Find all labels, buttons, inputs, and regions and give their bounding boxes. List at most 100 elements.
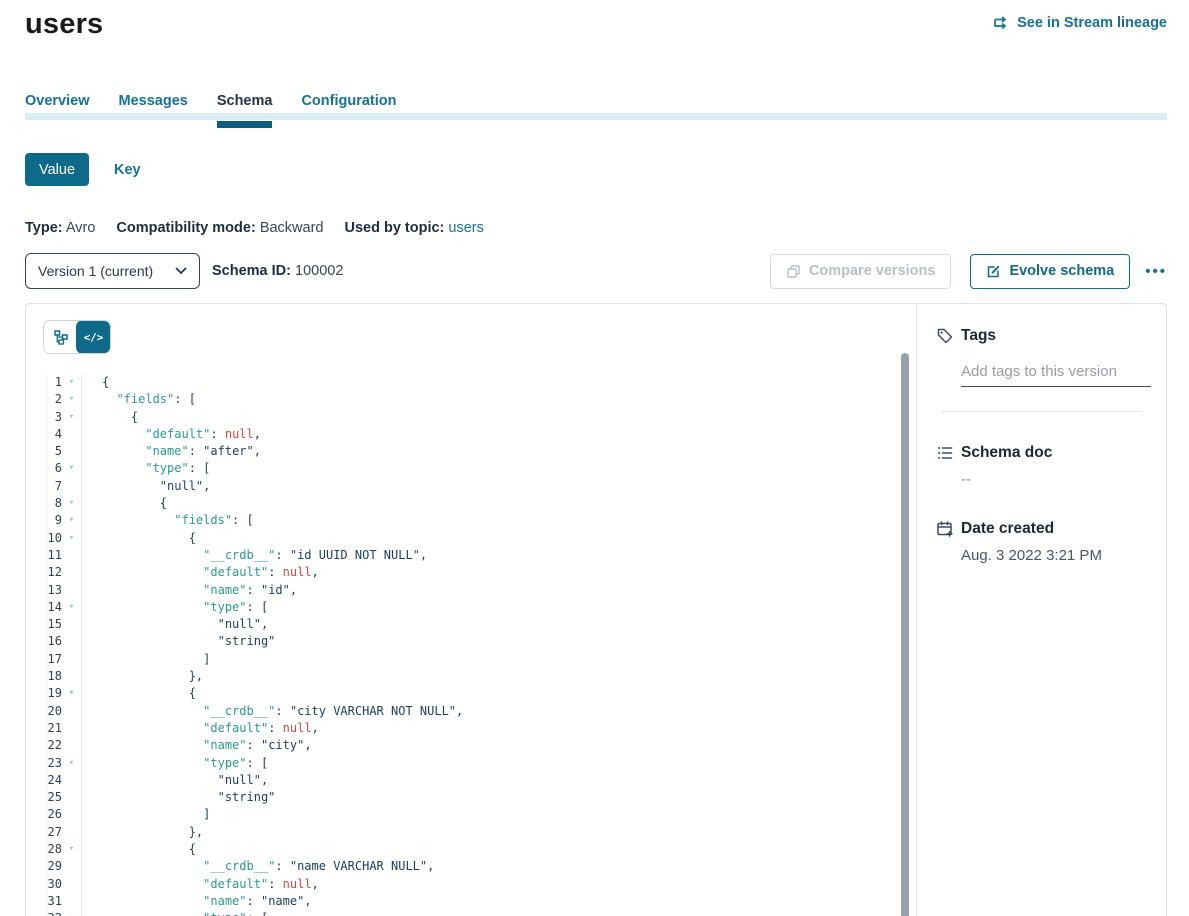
version-bar: Version 1 (current) Schema ID: 100002 Co… [25, 253, 1167, 289]
version-select[interactable]: Version 1 (current) [25, 253, 200, 289]
line-number: 6 [26, 460, 62, 477]
code-view-button[interactable]: </> [77, 321, 110, 353]
fold-arrow-icon [62, 564, 81, 581]
schema-panel: </> 1▾{2▾ "fields": [3▾ {4 "default": nu… [25, 303, 1167, 916]
fold-arrow-icon [62, 582, 81, 599]
code-line-text: "name": "city", [81, 737, 312, 754]
type-label: Type: [25, 220, 63, 236]
line-number: 25 [26, 789, 62, 806]
fold-arrow-icon[interactable]: ▾ [62, 391, 81, 408]
value-toggle-button[interactable]: Value [25, 153, 89, 186]
add-tags-input[interactable] [961, 359, 1151, 387]
type-value: Avro [66, 220, 96, 236]
line-number: 13 [26, 582, 62, 599]
code-line: 21 "default": null, [26, 720, 916, 737]
evolve-schema-label: Evolve schema [1009, 263, 1114, 279]
compare-versions-button[interactable]: Compare versions [770, 254, 952, 289]
doc-list-icon [936, 444, 954, 462]
page: users See in Stream lineage Overview Mes… [25, 0, 1167, 916]
fold-arrow-icon[interactable]: ▾ [62, 512, 81, 529]
tags-title: Tags [961, 327, 996, 345]
version-actions: Compare versions Evolve schema ••• [770, 254, 1167, 289]
line-number: 14 [26, 599, 62, 616]
code-line-text: "default": null, [81, 564, 319, 581]
more-actions-button[interactable]: ••• [1145, 263, 1167, 280]
line-number: 22 [26, 737, 62, 754]
used-by-topic-label: Used by topic: [344, 220, 444, 236]
code-line-text: { [81, 841, 196, 858]
line-number: 19 [26, 685, 62, 702]
fold-arrow-icon [62, 876, 81, 893]
fold-arrow-icon[interactable]: ▾ [62, 599, 81, 616]
line-number: 12 [26, 564, 62, 581]
code-line-text: "__crdb__": "id UUID NOT NULL", [81, 547, 427, 564]
line-number: 18 [26, 668, 62, 685]
fold-arrow-icon[interactable]: ▾ [62, 755, 81, 772]
code-line: 24 "null", [26, 772, 916, 789]
code-line-text: "name": "after", [81, 443, 261, 460]
line-number: 4 [26, 426, 62, 443]
see-in-stream-lineage-link[interactable]: See in Stream lineage [993, 15, 1167, 31]
fold-arrow-icon [62, 806, 81, 823]
fold-arrow-icon[interactable]: ▾ [62, 910, 81, 916]
code-line: 23▾ "type": [ [26, 755, 916, 772]
code-line: 15 "null", [26, 616, 916, 633]
tabbar-underline [25, 113, 1167, 120]
code-line-text: ] [81, 651, 210, 668]
fold-arrow-icon[interactable]: ▾ [62, 409, 81, 426]
code-line: 5 "name": "after", [26, 443, 916, 460]
tree-view-icon [53, 329, 69, 345]
code-line-text: { [81, 374, 109, 391]
key-toggle-button[interactable]: Key [114, 162, 141, 178]
compatibility-field: Compatibility mode: Backward [116, 220, 323, 236]
code-line-text: }, [81, 824, 203, 841]
line-number: 3 [26, 409, 62, 426]
fold-arrow-icon[interactable]: ▾ [62, 460, 81, 477]
chevron-down-icon [175, 267, 187, 275]
fold-arrow-icon[interactable]: ▾ [62, 530, 81, 547]
line-number: 17 [26, 651, 62, 668]
calendar-plus-icon [936, 520, 954, 538]
schema-id-value: 100002 [295, 263, 343, 279]
code-line-text: "type": [ [81, 460, 210, 477]
code-line-text: "name": "id", [81, 582, 297, 599]
tab-schema[interactable]: Schema [217, 91, 273, 120]
fold-arrow-icon [62, 547, 81, 564]
code-line-text: "default": null, [81, 876, 319, 893]
line-number: 8 [26, 495, 62, 512]
tab-messages[interactable]: Messages [119, 91, 188, 120]
tab-configuration[interactable]: Configuration [301, 91, 396, 120]
tag-icon [936, 327, 954, 345]
value-key-toggle: Value Key [25, 153, 1167, 186]
tree-view-button[interactable] [44, 321, 77, 353]
schema-doc-title: Schema doc [961, 444, 1052, 462]
topic-link[interactable]: users [448, 220, 483, 236]
line-number: 29 [26, 858, 62, 875]
line-number: 27 [26, 824, 62, 841]
fold-arrow-icon [62, 478, 81, 495]
fold-arrow-icon [62, 893, 81, 910]
code-line: 19▾ { [26, 685, 916, 702]
code-line-text: "fields": [ [81, 391, 196, 408]
code-line: 7 "null", [26, 478, 916, 495]
fold-arrow-icon [62, 703, 81, 720]
version-select-value: Version 1 (current) [38, 263, 153, 279]
editor-scrollbar[interactable] [901, 353, 909, 916]
line-number: 26 [26, 806, 62, 823]
fold-arrow-icon[interactable]: ▾ [62, 495, 81, 512]
code-line-text: "null", [81, 478, 210, 495]
tab-overview[interactable]: Overview [25, 91, 90, 120]
date-created-section: Date created Aug. 3 2022 3:21 PM [936, 520, 1142, 564]
code-line: 25 "string" [26, 789, 916, 806]
code-line: 11 "__crdb__": "id UUID NOT NULL", [26, 547, 916, 564]
compatibility-label: Compatibility mode: [116, 220, 255, 236]
fold-arrow-icon[interactable]: ▾ [62, 685, 81, 702]
code-line-text: "__crdb__": "name VARCHAR NULL", [81, 858, 434, 875]
evolve-schema-button[interactable]: Evolve schema [970, 254, 1130, 289]
code-line-text: ] [81, 806, 210, 823]
fold-arrow-icon[interactable]: ▾ [62, 841, 81, 858]
code-editor[interactable]: 1▾{2▾ "fields": [3▾ {4 "default": null,5… [26, 374, 916, 916]
code-line-text: "type": [ [81, 755, 268, 772]
line-number: 21 [26, 720, 62, 737]
fold-arrow-icon[interactable]: ▾ [62, 374, 81, 391]
